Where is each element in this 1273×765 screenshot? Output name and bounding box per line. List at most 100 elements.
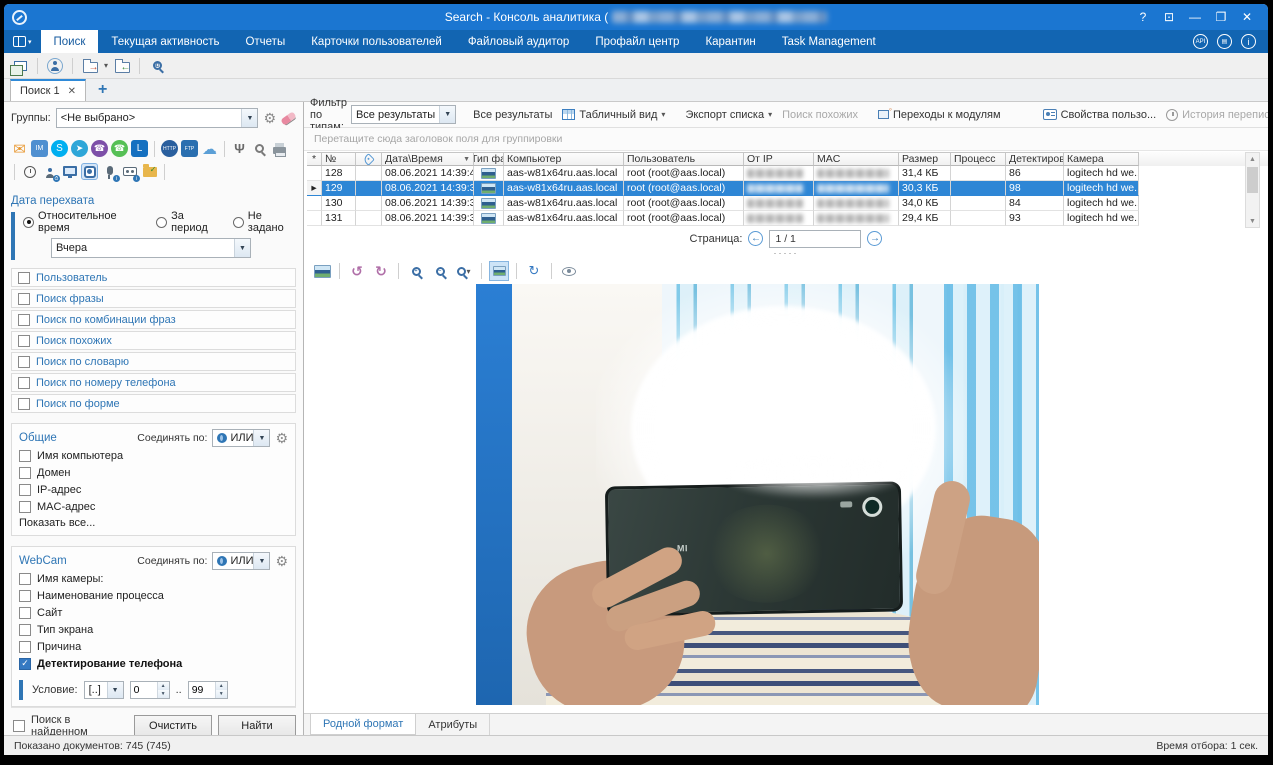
webcam-site[interactable]: Сайт <box>19 604 288 621</box>
chevron-down-icon[interactable]: ▼ <box>107 682 123 698</box>
ftp-icon[interactable]: FTP <box>181 140 198 157</box>
checkbox[interactable] <box>19 573 31 585</box>
checkbox[interactable] <box>19 607 31 619</box>
menu-item-search[interactable]: Поиск <box>41 30 99 53</box>
lync-icon[interactable]: L <box>131 140 148 157</box>
im-icon[interactable]: IM <box>31 140 48 157</box>
zoom-in-icon[interactable]: + <box>406 261 426 281</box>
whatsapp-icon[interactable]: ☎ <box>111 140 128 157</box>
chevron-down-icon[interactable]: ▼ <box>253 553 269 569</box>
api-icon[interactable]: API <box>1193 34 1208 49</box>
checkbox[interactable] <box>19 624 31 636</box>
page-input[interactable]: 1 / 1 <box>769 230 861 248</box>
chevron-down-icon[interactable]: ▼ <box>234 239 250 257</box>
menu-item-quarantine[interactable]: Карантин <box>692 30 768 53</box>
condition-from-spinner[interactable]: 0 ▲▼ <box>130 681 170 699</box>
search-in-found-checkbox[interactable] <box>13 720 25 732</box>
chevron-down-icon[interactable]: ▼ <box>439 106 455 123</box>
relative-time-combobox[interactable]: Вчера ▼ <box>51 238 251 258</box>
checkbox[interactable] <box>19 450 31 462</box>
checkbox[interactable] <box>18 398 30 410</box>
usb-icon[interactable]: Ψ <box>231 140 248 157</box>
menu-item-file-auditor[interactable]: Файловый аудитор <box>455 30 583 53</box>
refresh-icon[interactable]: ↻ <box>524 261 544 281</box>
filter-row-dictionary[interactable]: Поиск по словарю <box>11 352 296 371</box>
user-properties-button[interactable]: Свойства пользо... <box>1040 109 1160 121</box>
col-num[interactable]: № <box>322 152 356 166</box>
http-icon[interactable]: HTTP <box>161 140 178 157</box>
col-tag[interactable] <box>356 152 382 166</box>
radio-relative-time[interactable]: Относительное время <box>23 210 142 234</box>
spin-up-icon[interactable]: ▲ <box>216 682 227 690</box>
chevron-down-icon[interactable]: ▼ <box>241 109 257 127</box>
checkbox[interactable] <box>18 377 30 389</box>
checkbox[interactable] <box>18 293 30 305</box>
device-search-icon[interactable] <box>251 140 268 157</box>
monitor-icon[interactable] <box>61 163 78 180</box>
tab-search-1[interactable]: Поиск 1 ✕ <box>10 79 86 101</box>
zoom-level-icon[interactable]: ▾ <box>454 261 474 281</box>
col-user[interactable]: Пользователь <box>624 152 744 166</box>
checkbox[interactable] <box>18 272 30 284</box>
prev-page-icon[interactable]: ← <box>748 231 763 246</box>
spin-down-icon[interactable]: ▼ <box>216 690 227 698</box>
filter-row-user[interactable]: Пользователь <box>11 268 296 287</box>
save-image-icon[interactable] <box>312 261 332 281</box>
common-computer-name[interactable]: Имя компьютера <box>19 447 288 464</box>
table-row-selected[interactable]: ▸ 129 08.06.2021 14:39:38 aas-w81x64ru.a… <box>307 181 1268 196</box>
tab-attributes[interactable]: Атрибуты <box>416 714 490 735</box>
telegram-icon[interactable]: ➤ <box>71 140 88 157</box>
clear-button[interactable]: Очистить <box>134 715 212 735</box>
chevron-down-icon[interactable]: ▼ <box>253 430 269 446</box>
recorder-icon[interactable]: i <box>121 163 138 180</box>
printer-icon[interactable] <box>271 140 288 157</box>
col-marker[interactable]: * <box>307 152 322 166</box>
col-detected[interactable]: Детектирова <box>1006 152 1064 166</box>
checkbox[interactable] <box>19 641 31 653</box>
table-row[interactable]: 130 08.06.2021 14:39:36 aas-w81x64ru.aas… <box>307 196 1268 211</box>
all-results-button[interactable]: Все результаты <box>470 109 555 121</box>
help-button[interactable]: ? <box>1132 8 1154 26</box>
import-query-icon[interactable]: ← <box>112 56 132 76</box>
menu-item-task-management[interactable]: Task Management <box>769 30 889 53</box>
zoom-out-icon[interactable]: − <box>430 261 450 281</box>
table-scrollbar[interactable]: ▲ ▼ <box>1245 152 1260 228</box>
scroll-down-icon[interactable]: ▼ <box>1249 215 1256 227</box>
webcam-process-name[interactable]: Наименование процесса <box>19 587 288 604</box>
user-search-icon[interactable] <box>45 56 65 76</box>
minimize-button[interactable]: — <box>1184 8 1206 26</box>
common-domain[interactable]: Домен <box>19 464 288 481</box>
webcam-icon[interactable] <box>81 163 98 180</box>
pin-panel-button[interactable]: ⊡ <box>1158 8 1180 26</box>
col-size[interactable]: Размер <box>899 152 951 166</box>
col-camera[interactable]: Камера <box>1064 152 1139 166</box>
col-type[interactable]: Тип фа <box>474 152 504 166</box>
folder-check-icon[interactable] <box>141 163 158 180</box>
filter-row-form[interactable]: Поиск по форме <box>11 394 296 413</box>
groups-settings-icon[interactable]: ⚙ <box>263 111 276 125</box>
export-query-icon[interactable]: → <box>80 56 100 76</box>
spin-up-icon[interactable]: ▲ <box>158 682 169 690</box>
checkbox[interactable] <box>19 501 31 513</box>
webcam-camera-name[interactable]: Имя камеры: <box>19 570 288 587</box>
checkbox[interactable] <box>19 590 31 602</box>
condition-op-combobox[interactable]: [..] ▼ <box>84 681 124 699</box>
close-button[interactable]: ✕ <box>1236 8 1258 26</box>
add-tab-button[interactable]: + <box>86 79 119 101</box>
rotate-left-icon[interactable]: ↺ <box>347 261 367 281</box>
common-ip-address[interactable]: IP-адрес <box>19 481 288 498</box>
table-row[interactable]: 131 08.06.2021 14:39:33 aas-w81x64ru.aas… <box>307 211 1268 226</box>
common-mac-address[interactable]: MAC-адрес <box>19 498 288 515</box>
webcam-screen-type[interactable]: Тип экрана <box>19 621 288 638</box>
tab-native-format[interactable]: Родной формат <box>310 714 416 735</box>
filter-row-similar[interactable]: Поиск похожих <box>11 331 296 350</box>
go-to-modules-button[interactable]: Переходы к модулям <box>875 109 1004 121</box>
table-row[interactable]: 128 08.06.2021 14:39:41 aas-w81x64ru.aas… <box>307 166 1268 181</box>
tab-close-icon[interactable]: ✕ <box>68 86 76 97</box>
common-settings-icon[interactable]: ⚙ <box>275 431 288 445</box>
menu-item-user-cards[interactable]: Карточки пользователей <box>298 30 455 53</box>
app-menu-button[interactable]: ▾ <box>4 30 41 53</box>
export-query-caret-icon[interactable]: ▾ <box>104 61 108 70</box>
checkbox[interactable] <box>19 484 31 496</box>
scroll-up-icon[interactable]: ▲ <box>1249 153 1256 165</box>
